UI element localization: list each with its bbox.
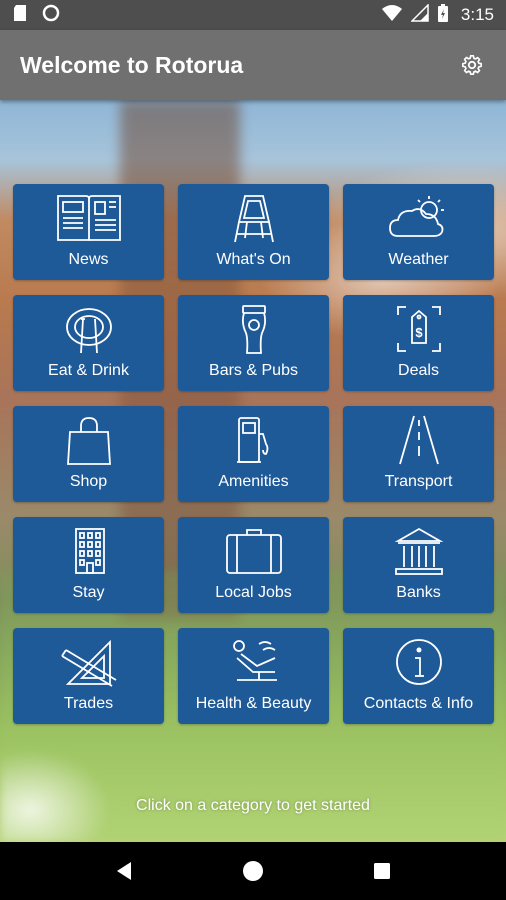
sign-board-icon: [233, 195, 274, 243]
info-icon: [395, 639, 442, 685]
category-label: Deals: [398, 362, 439, 379]
category-health-beauty[interactable]: Health & Beauty: [178, 628, 329, 724]
bank-icon: [394, 527, 443, 575]
newspaper-icon: [56, 195, 121, 241]
price-tag-icon: $: [396, 306, 441, 352]
category-transport[interactable]: Transport: [343, 406, 494, 502]
category-label: Weather: [388, 251, 449, 268]
recents-icon: [373, 863, 390, 879]
category-trades[interactable]: Trades: [13, 628, 164, 724]
set-square-icon: [60, 639, 116, 687]
category-shop[interactable]: Shop: [13, 406, 164, 502]
category-deals[interactable]: $ Deals: [343, 295, 494, 391]
category-local-jobs[interactable]: Local Jobs: [178, 517, 329, 613]
status-time: 3:15: [460, 5, 494, 24]
home-button[interactable]: [233, 851, 273, 891]
category-label: Contacts & Info: [363, 695, 474, 712]
category-label: Trades: [63, 695, 114, 712]
app-bar: Welcome to Rotorua: [0, 30, 506, 100]
back-icon: [117, 862, 132, 880]
sd-card-icon: [12, 4, 28, 27]
background-photo: News What's On Weather Eat & Drink Bars …: [0, 100, 506, 842]
battery-icon: [437, 3, 449, 28]
category-amenities[interactable]: Amenities: [178, 406, 329, 502]
category-label: Transport: [384, 473, 453, 490]
category-label: Health & Beauty: [195, 695, 312, 712]
salon-chair-icon: [232, 640, 277, 681]
category-contacts-info[interactable]: Contacts & Info: [343, 628, 494, 724]
briefcase-icon: [225, 529, 282, 574]
recents-button[interactable]: [362, 851, 402, 891]
category-grid: News What's On Weather Eat & Drink Bars …: [13, 184, 494, 724]
category-label: Bars & Pubs: [209, 362, 298, 379]
weather-icon: [388, 196, 444, 237]
settings-button[interactable]: [458, 51, 486, 79]
category-stay[interactable]: Stay: [13, 517, 164, 613]
gear-icon: [462, 55, 482, 75]
road-icon: [398, 415, 439, 465]
category-label: Banks: [396, 584, 441, 601]
beer-glass-icon: [241, 305, 266, 354]
category-label: Stay: [72, 584, 105, 601]
circle-notification-icon: [42, 4, 60, 27]
building-icon: [74, 528, 105, 574]
fuel-pump-icon: [236, 417, 268, 463]
back-button[interactable]: [104, 851, 144, 891]
category-label: News: [68, 251, 109, 268]
category-weather[interactable]: Weather: [343, 184, 494, 280]
plate-cutlery-icon: [65, 308, 112, 354]
category-banks[interactable]: Banks: [343, 517, 494, 613]
category-label: Eat & Drink: [48, 362, 129, 379]
svg-text:$: $: [415, 325, 423, 340]
category-eat-drink[interactable]: Eat & Drink: [13, 295, 164, 391]
category-news[interactable]: News: [13, 184, 164, 280]
hint-text: Click on a category to get started: [136, 797, 370, 814]
shopping-bag-icon: [66, 417, 111, 465]
category-label: Local Jobs: [215, 584, 292, 601]
category-whats-on[interactable]: What's On: [178, 184, 329, 280]
navigation-bar: [0, 842, 506, 900]
category-label: What's On: [216, 251, 291, 268]
wifi-icon: [381, 4, 403, 27]
status-bar: 3:15: [0, 0, 506, 30]
category-bars-pubs[interactable]: Bars & Pubs: [178, 295, 329, 391]
category-label: Shop: [69, 473, 108, 490]
category-label: Amenities: [218, 473, 289, 490]
app-title: Welcome to Rotorua: [20, 51, 244, 78]
home-icon: [242, 861, 263, 881]
signal-icon: [410, 2, 429, 27]
